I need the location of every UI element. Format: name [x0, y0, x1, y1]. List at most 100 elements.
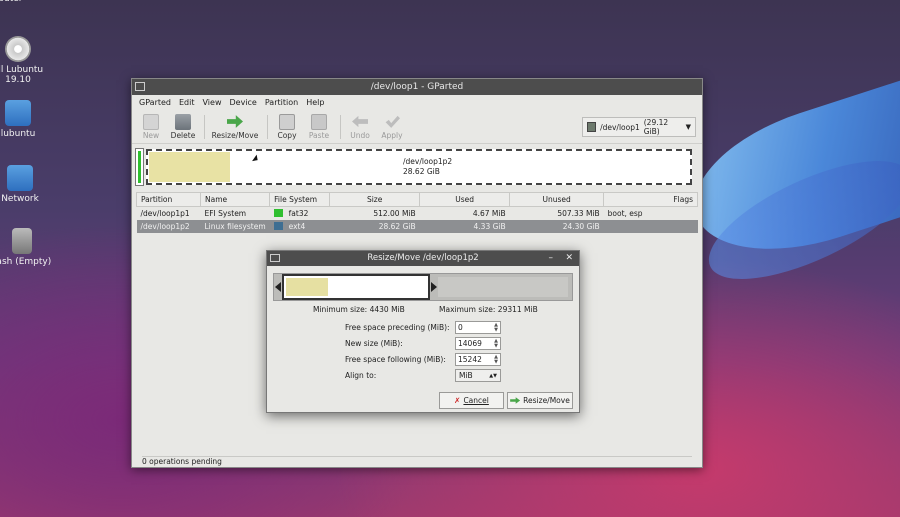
disk-graphic: /dev/loop1p2 28.62 GiB [135, 147, 698, 187]
cell-size: 28.62 GiB [329, 219, 420, 233]
free-space-following-input[interactable]: 15242 ▲ ▼ [455, 353, 501, 366]
cell-partition: /dev/loop1p1 [140, 208, 190, 218]
free-space-preceding-input[interactable]: 0 ▲ ▼ [455, 321, 501, 334]
spin-arrows-icon[interactable]: ▲ ▼ [494, 322, 498, 333]
cell-name: EFI System [204, 208, 247, 218]
mouse-cursor-icon [252, 154, 260, 164]
new-size-value: 14069 [458, 339, 482, 348]
network-icon [7, 165, 33, 191]
left-resize-handle-icon[interactable] [275, 282, 281, 292]
resize-move-button-label: Resize/Move [211, 130, 259, 140]
new-size-input[interactable]: 14069 ▲ ▼ [455, 337, 501, 350]
spin-arrows-icon[interactable]: ▲ ▼ [494, 354, 498, 365]
apply-button[interactable]: Apply [377, 114, 407, 140]
dialog-titlebar[interactable]: Resize/Move /dev/loop1p2 – ✕ [267, 251, 579, 266]
cell-filesystem-label: ext4 [288, 221, 306, 231]
cancel-button[interactable]: ✗ Cancel [439, 392, 504, 409]
desktop-icon-label: lubuntu [0, 129, 36, 139]
resize-move-button[interactable]: Resize/Move [209, 114, 261, 140]
menu-partition[interactable]: Partition [262, 97, 301, 108]
desktop-icon-network[interactable]: Network [0, 165, 60, 204]
free-space-preceding-label: Free space preceding (MiB): [345, 323, 450, 332]
chevron-updown-icon: ▲▼ [489, 372, 497, 379]
disk-partition-size: 28.62 GiB [403, 167, 440, 176]
desktop-icon-home[interactable]: lubuntu [0, 100, 58, 139]
desktop-icon-install-lubuntu[interactable]: ell Lubuntu 19.10 [0, 36, 58, 85]
desktop-icon-label: Network [1, 194, 39, 204]
disk-partition-p1[interactable] [135, 148, 144, 186]
column-header-used[interactable]: Used [419, 192, 511, 207]
menu-gparted[interactable]: GParted [136, 97, 174, 108]
desktop-icon-computer[interactable]: mputer [0, 0, 46, 4]
disk-partition-p2[interactable]: /dev/loop1p2 28.62 GiB [146, 149, 692, 185]
resize-move-confirm-label: Resize/Move [523, 396, 570, 405]
window-title: /dev/loop1 - GParted [370, 82, 464, 92]
align-to-value: MiB [459, 371, 473, 380]
apply-checkmark-icon [385, 115, 400, 128]
window-titlebar[interactable]: /dev/loop1 - GParted [132, 79, 702, 95]
toolbar: New Delete Resize/Move Copy Paste Undo A… [132, 110, 702, 144]
device-selector-size: (29.12 GiB) [643, 118, 669, 136]
table-row[interactable]: /dev/loop1p1 EFI System fat32 512.00 MiB… [137, 207, 698, 220]
column-header-unused[interactable]: Unused [509, 192, 605, 207]
window-menu-icon[interactable] [135, 82, 145, 91]
desktop-icon-label: ell Lubuntu 19.10 [0, 65, 44, 85]
column-header-filesystem[interactable]: File System [269, 192, 331, 207]
desktop-icon-trash[interactable]: rash (Empty) [0, 228, 62, 267]
new-size-label: New size (MiB): [345, 339, 403, 348]
menu-device[interactable]: Device [226, 97, 259, 108]
partition-table: Partition Name File System Size Used Unu… [136, 192, 698, 233]
cancel-button-label: Cancel [463, 396, 489, 405]
column-header-partition[interactable]: Partition [136, 192, 201, 207]
minimize-icon[interactable]: – [549, 251, 554, 266]
cell-unused: 507.33 MiB [557, 208, 600, 218]
cell-flags [603, 219, 698, 233]
ext4-color-icon [273, 221, 283, 230]
disk-icon [587, 122, 597, 132]
menu-help[interactable]: Help [303, 97, 327, 108]
cell-filesystem: ext4 [269, 219, 330, 233]
new-size-row: New size (MiB): 14069 ▲ ▼ [345, 337, 501, 350]
chevron-down-icon: ▼ [685, 123, 691, 131]
window-menu-icon[interactable] [270, 254, 280, 262]
align-to-select[interactable]: MiB ▲▼ [455, 369, 501, 382]
spin-arrows-icon[interactable]: ▲ ▼ [494, 338, 498, 349]
resize-slider[interactable] [273, 273, 573, 301]
delete-button[interactable]: Delete [168, 113, 198, 140]
apply-button-label: Apply [381, 130, 403, 140]
column-header-flags[interactable]: Flags [603, 192, 698, 207]
free-space-following-row: Free space following (MiB): 15242 ▲ ▼ [345, 353, 501, 366]
device-selector[interactable]: /dev/loop1 (29.12 GiB) ▼ [582, 117, 696, 137]
delete-icon [175, 113, 191, 130]
new-button[interactable]: New [136, 113, 166, 140]
cell-used: 4.33 GiB [419, 219, 510, 233]
device-selector-label: /dev/loop1 [600, 122, 640, 132]
table-row-selected[interactable]: /dev/loop1p2 Linux filesystem ext4 28.62… [136, 219, 698, 233]
undo-icon [352, 115, 368, 128]
disk-partition-label: /dev/loop1p2 28.62 GiB [403, 157, 452, 177]
paste-button[interactable]: Paste [304, 113, 334, 140]
menu-edit[interactable]: Edit [176, 97, 198, 108]
partition-used-fill [286, 278, 328, 296]
cell-partition: /dev/loop1p2 [136, 219, 201, 233]
trash-icon [12, 228, 32, 254]
align-to-label: Align to: [345, 371, 377, 380]
undo-button[interactable]: Undo [345, 114, 375, 140]
menu-view[interactable]: View [200, 97, 225, 108]
column-header-name[interactable]: Name [199, 192, 271, 207]
close-icon[interactable]: ✕ [565, 251, 573, 266]
partition-frame[interactable] [282, 274, 430, 300]
right-resize-handle-icon[interactable] [431, 282, 437, 292]
resize-move-confirm-button[interactable]: Resize/Move [507, 392, 573, 409]
cell-filesystem-label: fat32 [288, 208, 309, 218]
new-partition-icon [143, 113, 159, 130]
fat32-color-icon [273, 208, 283, 217]
dialog-title: Resize/Move /dev/loop1p2 [367, 253, 479, 263]
free-space-following-label: Free space following (MiB): [345, 355, 446, 364]
free-space-following-value: 15242 [458, 355, 482, 364]
new-button-label: New [142, 130, 160, 140]
cell-flags: boot, esp [607, 208, 643, 218]
copy-button[interactable]: Copy [272, 113, 302, 140]
menubar: GParted Edit View Device Partition Help [132, 95, 702, 110]
column-header-size[interactable]: Size [329, 192, 421, 207]
